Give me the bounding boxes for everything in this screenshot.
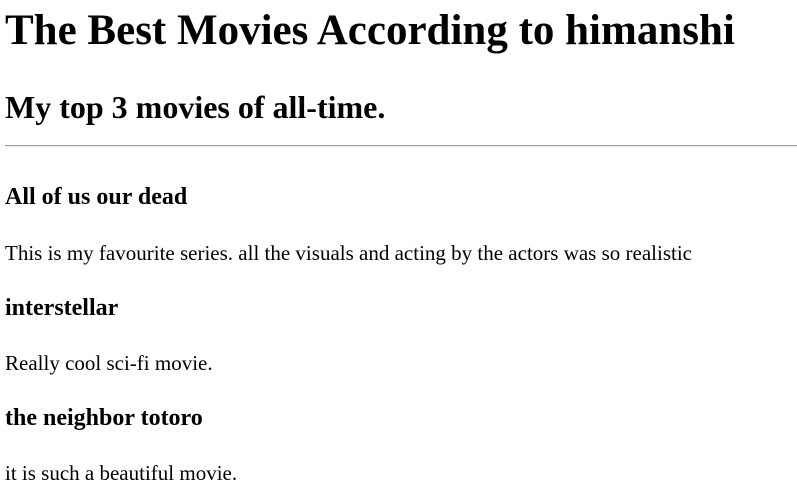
movie-description: This is my favourite series. all the vis… xyxy=(5,241,692,265)
movie-description: it is such a beautiful movie. xyxy=(5,461,238,485)
movie-description: Really cool sci-fi movie. xyxy=(5,351,213,375)
page-title: The Best Movies According to himanshi xyxy=(5,7,735,54)
divider xyxy=(5,145,797,147)
movie-title: interstellar xyxy=(5,295,119,321)
page-subtitle: My top 3 movies of all-time. xyxy=(5,89,386,125)
page: The Best Movies According to himanshi My… xyxy=(0,0,797,503)
movie-title: the neighbor totoro xyxy=(5,405,203,431)
movie-title: All of us our dead xyxy=(5,184,188,210)
